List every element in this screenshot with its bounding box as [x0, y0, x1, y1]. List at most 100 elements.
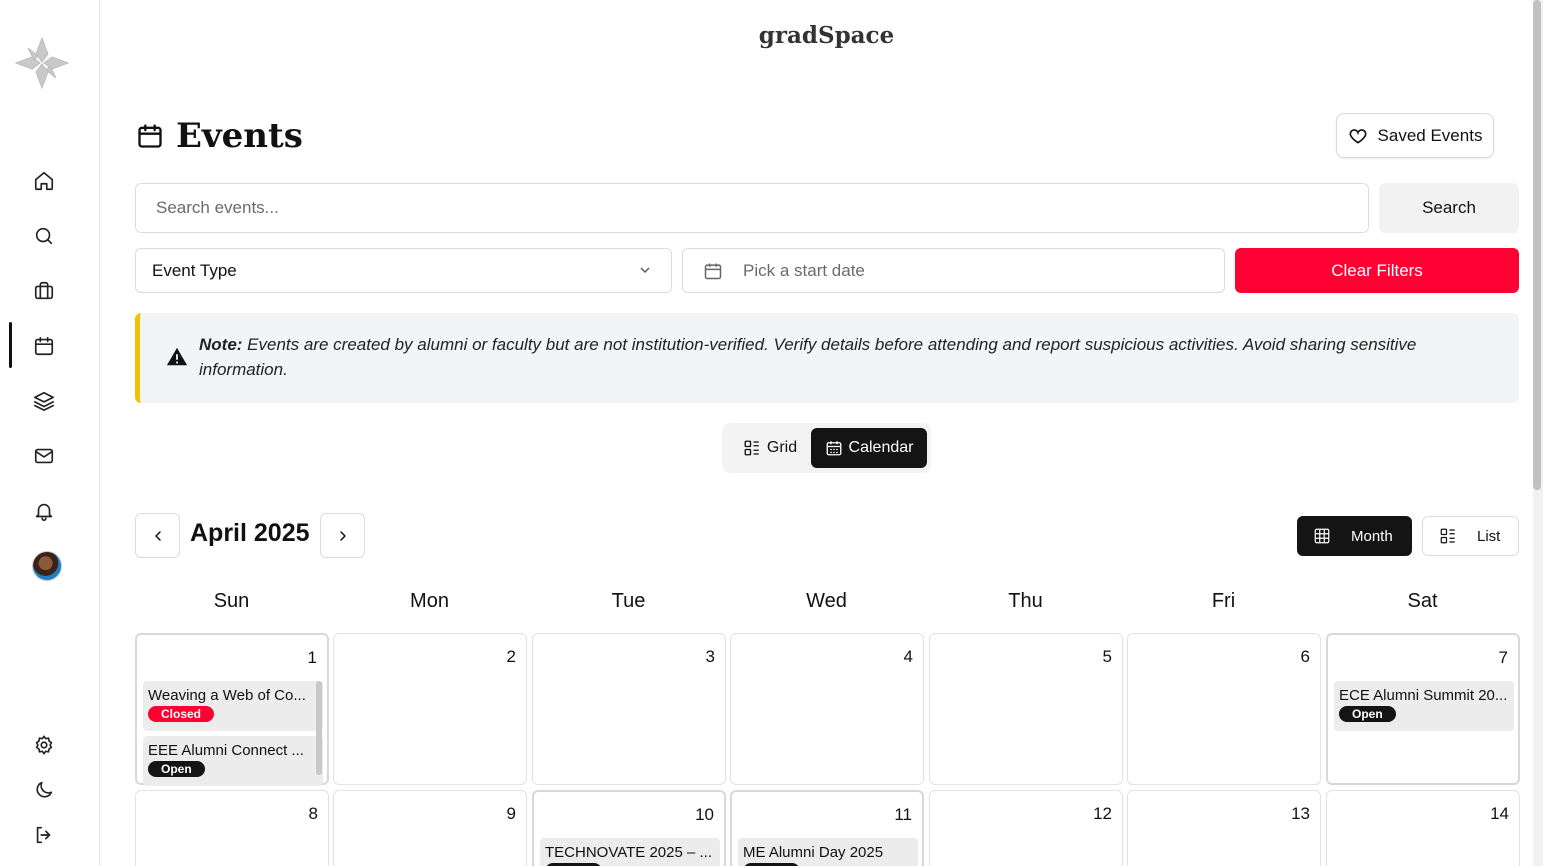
saved-events-label: Saved Events [1377, 125, 1483, 145]
weekday-label: Sat [1407, 590, 1438, 612]
calendar-day-cell[interactable]: 4 [730, 633, 924, 785]
event-title: TECHNOVATE 2025 – ... [545, 844, 712, 861]
day-number: 9 [506, 804, 516, 823]
note-text: Note: Events are created by alumni or fa… [199, 332, 1489, 382]
search-button[interactable]: Search [1379, 183, 1519, 233]
calendar-day-cell[interactable]: 5 [929, 633, 1123, 785]
nav-jobs[interactable] [30, 277, 58, 305]
sidebar [0, 0, 100, 866]
grid-list-icon [744, 440, 759, 456]
chevron-left-icon [154, 530, 161, 541]
start-date-picker[interactable]: Pick a start date [682, 248, 1225, 293]
event-item[interactable]: TECHNOVATE 2025 – ...Open [540, 838, 720, 866]
list-icon [1440, 528, 1455, 544]
calendar-icon [704, 263, 722, 279]
weekday-label: Sun [213, 590, 250, 612]
page-scrollbar[interactable] [1533, 0, 1543, 866]
chevron-down-icon [640, 267, 650, 273]
calendar-view-button[interactable]: Calendar [811, 428, 927, 468]
view-toggle: Grid Calendar [722, 423, 931, 473]
calendar-day-cell[interactable]: 14 [1326, 790, 1520, 866]
home-icon [34, 171, 54, 191]
event-title: Weaving a Web of Co... [148, 687, 306, 704]
day-number: 1 [307, 648, 317, 667]
event-type-select[interactable]: Event Type [135, 248, 672, 293]
list-mode-label: List [1477, 527, 1501, 545]
main-content: gradSpace Events Saved Events Search Eve… [100, 0, 1530, 866]
clear-filters-button[interactable]: Clear Filters [1235, 248, 1519, 293]
calendar-day-cell[interactable]: 1 Weaving a Web of Co... Closed EEE Alumni … [135, 633, 329, 786]
calendar-day-cell[interactable]: 2 [333, 633, 527, 785]
day-number: 2 [506, 647, 516, 666]
app-logo-icon[interactable] [14, 36, 70, 90]
day-number: 4 [903, 647, 913, 666]
calendar-view-label: Calendar [848, 439, 914, 456]
day-number: 6 [1300, 647, 1310, 666]
nav-search[interactable] [30, 222, 58, 250]
nav-logout[interactable] [30, 821, 58, 849]
calendar-day-cell[interactable]: 8 [135, 790, 329, 866]
bell-icon [35, 503, 53, 521]
page-title: Events [176, 116, 303, 156]
event-item[interactable]: EEE Alumni Connect ... Open [143, 736, 323, 786]
layers-icon [34, 391, 54, 411]
weekday-label: Mon [410, 590, 449, 612]
calendar-icon [34, 336, 54, 356]
calendar-day-cell[interactable]: 3 [532, 633, 726, 785]
gear-icon [35, 735, 53, 755]
grid-view-button[interactable]: Grid [728, 428, 812, 468]
calendar-day-cell[interactable]: 10 TECHNOVATE 2025 – ...Open [532, 790, 726, 866]
saved-events-button[interactable]: Saved Events [1336, 113, 1494, 158]
weekday-label: Wed [806, 590, 847, 612]
verification-note: Note: Events are created by alumni or fa… [135, 313, 1519, 403]
event-item[interactable]: ME Alumni Day 2025Open [738, 838, 918, 866]
calendar-day-cell[interactable]: 12 [929, 790, 1123, 866]
active-nav-indicator [9, 322, 12, 368]
calendar-day-cell[interactable]: 7 ECE Alumni Summit 20... Open [1326, 633, 1520, 785]
calendar-day-cell[interactable]: 13 [1127, 790, 1321, 866]
previous-month-button[interactable] [135, 513, 180, 558]
day-number: 12 [1093, 804, 1112, 823]
page-scrollbar-thumb[interactable] [1533, 0, 1541, 490]
note-body: Events are created by alumni or faculty … [199, 335, 1417, 379]
day-number: 5 [1102, 647, 1112, 666]
day-number: 13 [1291, 804, 1310, 823]
day-number: 3 [705, 647, 715, 666]
nav-home[interactable] [30, 167, 58, 195]
calendar-icon [138, 124, 162, 148]
search-input[interactable] [135, 183, 1369, 233]
heart-icon [1349, 128, 1367, 144]
nav-resources[interactable] [30, 387, 58, 415]
nav-notifications[interactable] [30, 497, 58, 525]
event-title: ECE Alumni Summit 20... [1339, 687, 1508, 704]
mail-icon [34, 448, 54, 464]
event-status-badge: Open [1339, 706, 1396, 722]
event-item[interactable]: Weaving a Web of Co... Closed [143, 681, 323, 731]
calendar-day-cell[interactable]: 9 [333, 790, 527, 866]
weekday-label: Thu [1008, 590, 1043, 612]
calendar-day-cell[interactable]: 6 [1127, 633, 1321, 785]
list-mode-button[interactable]: List [1422, 516, 1519, 556]
briefcase-icon [34, 281, 54, 300]
nav-messages[interactable] [30, 442, 58, 470]
next-month-button[interactable] [320, 513, 365, 558]
user-avatar[interactable] [32, 551, 62, 581]
nav-theme-toggle[interactable] [30, 776, 58, 804]
chevron-right-icon [339, 530, 346, 541]
event-item[interactable]: ECE Alumni Summit 20... Open [1334, 681, 1514, 731]
event-status-badge: Closed [148, 706, 215, 722]
note-prefix: Note: [199, 335, 243, 354]
search-icon [35, 227, 53, 245]
weekday-label: Tue [611, 590, 646, 612]
calendar-day-cell[interactable]: 11 ME Alumni Day 2025Open [730, 790, 924, 866]
month-mode-label: Month [1351, 527, 1393, 545]
cell-scrollbar[interactable] [316, 681, 322, 775]
month-mode-button[interactable]: Month [1297, 516, 1412, 556]
day-number: 10 [695, 805, 714, 824]
nav-events[interactable] [30, 332, 58, 360]
day-number: 11 [894, 805, 912, 824]
logout-icon [36, 826, 51, 844]
event-title: ME Alumni Day 2025 [743, 844, 884, 861]
nav-settings[interactable] [30, 731, 58, 759]
calendar-grid-icon [826, 441, 841, 456]
